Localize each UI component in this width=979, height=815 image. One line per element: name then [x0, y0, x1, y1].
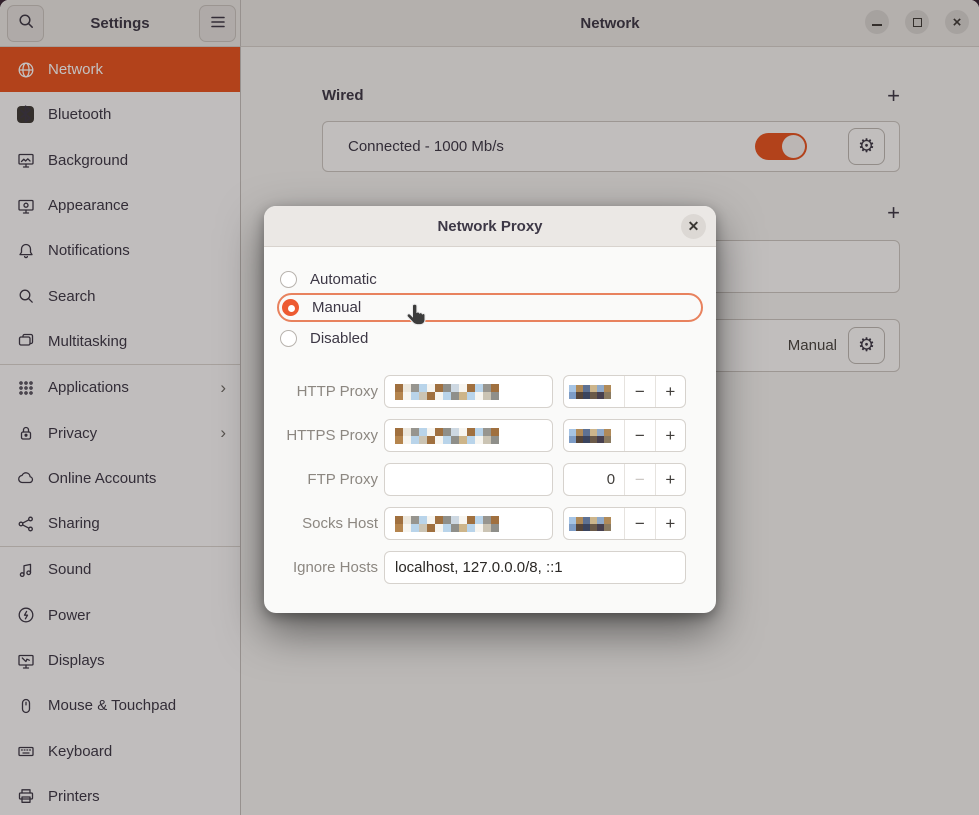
https-proxy-port-spinbutton[interactable]: −+: [563, 419, 686, 452]
settings-window: Settings Network × NetworkBluetoothBackg…: [0, 0, 979, 815]
network-proxy-dialog: Network Proxy ✕ AutomaticManualDisabled …: [264, 206, 716, 613]
decrement-button[interactable]: −: [624, 508, 654, 539]
option-label: Disabled: [310, 330, 368, 347]
http-proxy-input[interactable]: [384, 375, 553, 408]
increment-button[interactable]: +: [655, 376, 685, 407]
ftp-proxy-input[interactable]: [384, 463, 553, 496]
close-icon: ✕: [688, 218, 700, 235]
redacted-pixelation: [569, 385, 611, 399]
proxy-option-automatic[interactable]: Automatic: [277, 265, 703, 294]
decrement-button[interactable]: −: [624, 420, 654, 451]
redacted-pixelation: [569, 517, 611, 531]
redacted-pixelation: [395, 384, 499, 400]
radio-unchecked-icon[interactable]: [280, 330, 297, 347]
radio-unchecked-icon[interactable]: [280, 271, 297, 288]
socks-host-input[interactable]: [384, 507, 553, 540]
ftp-proxy-port-spinbutton[interactable]: 0−+: [563, 463, 686, 496]
decrement-button[interactable]: −: [624, 464, 654, 495]
field-label-http-proxy: HTTP Proxy: [264, 375, 378, 408]
radio-checked-icon[interactable]: [282, 299, 299, 316]
redacted-pixelation: [569, 429, 611, 443]
dialog-title: Network Proxy: [437, 218, 542, 235]
proxy-option-disabled[interactable]: Disabled: [277, 324, 703, 353]
socks-host-port-spinbutton[interactable]: −+: [563, 507, 686, 540]
dialog-headerbar: Network Proxy ✕: [264, 206, 716, 247]
mouse-cursor-pointer: [404, 302, 431, 334]
increment-button[interactable]: +: [655, 420, 685, 451]
field-label-socks-host: Socks Host: [264, 507, 378, 540]
increment-button[interactable]: +: [655, 464, 685, 495]
increment-button[interactable]: +: [655, 508, 685, 539]
option-label: Automatic: [310, 271, 377, 288]
proxy-option-manual[interactable]: Manual: [277, 293, 703, 322]
redacted-pixelation: [395, 516, 499, 532]
field-label-ignore-hosts: Ignore Hosts: [264, 551, 378, 584]
port-value[interactable]: [564, 420, 624, 451]
port-value[interactable]: [564, 376, 624, 407]
dialog-close-button[interactable]: ✕: [681, 214, 706, 239]
input-value: localhost, 127.0.0.0/8, ::1: [395, 559, 563, 576]
field-label-https-proxy: HTTPS Proxy: [264, 419, 378, 452]
port-value[interactable]: 0: [564, 464, 624, 495]
redacted-pixelation: [395, 428, 499, 444]
port-value[interactable]: [564, 508, 624, 539]
http-proxy-port-spinbutton[interactable]: −+: [563, 375, 686, 408]
ignore-hosts-input[interactable]: localhost, 127.0.0.0/8, ::1: [384, 551, 686, 584]
option-label: Manual: [312, 299, 361, 316]
https-proxy-input[interactable]: [384, 419, 553, 452]
field-label-ftp-proxy: FTP Proxy: [264, 463, 378, 496]
decrement-button[interactable]: −: [624, 376, 654, 407]
